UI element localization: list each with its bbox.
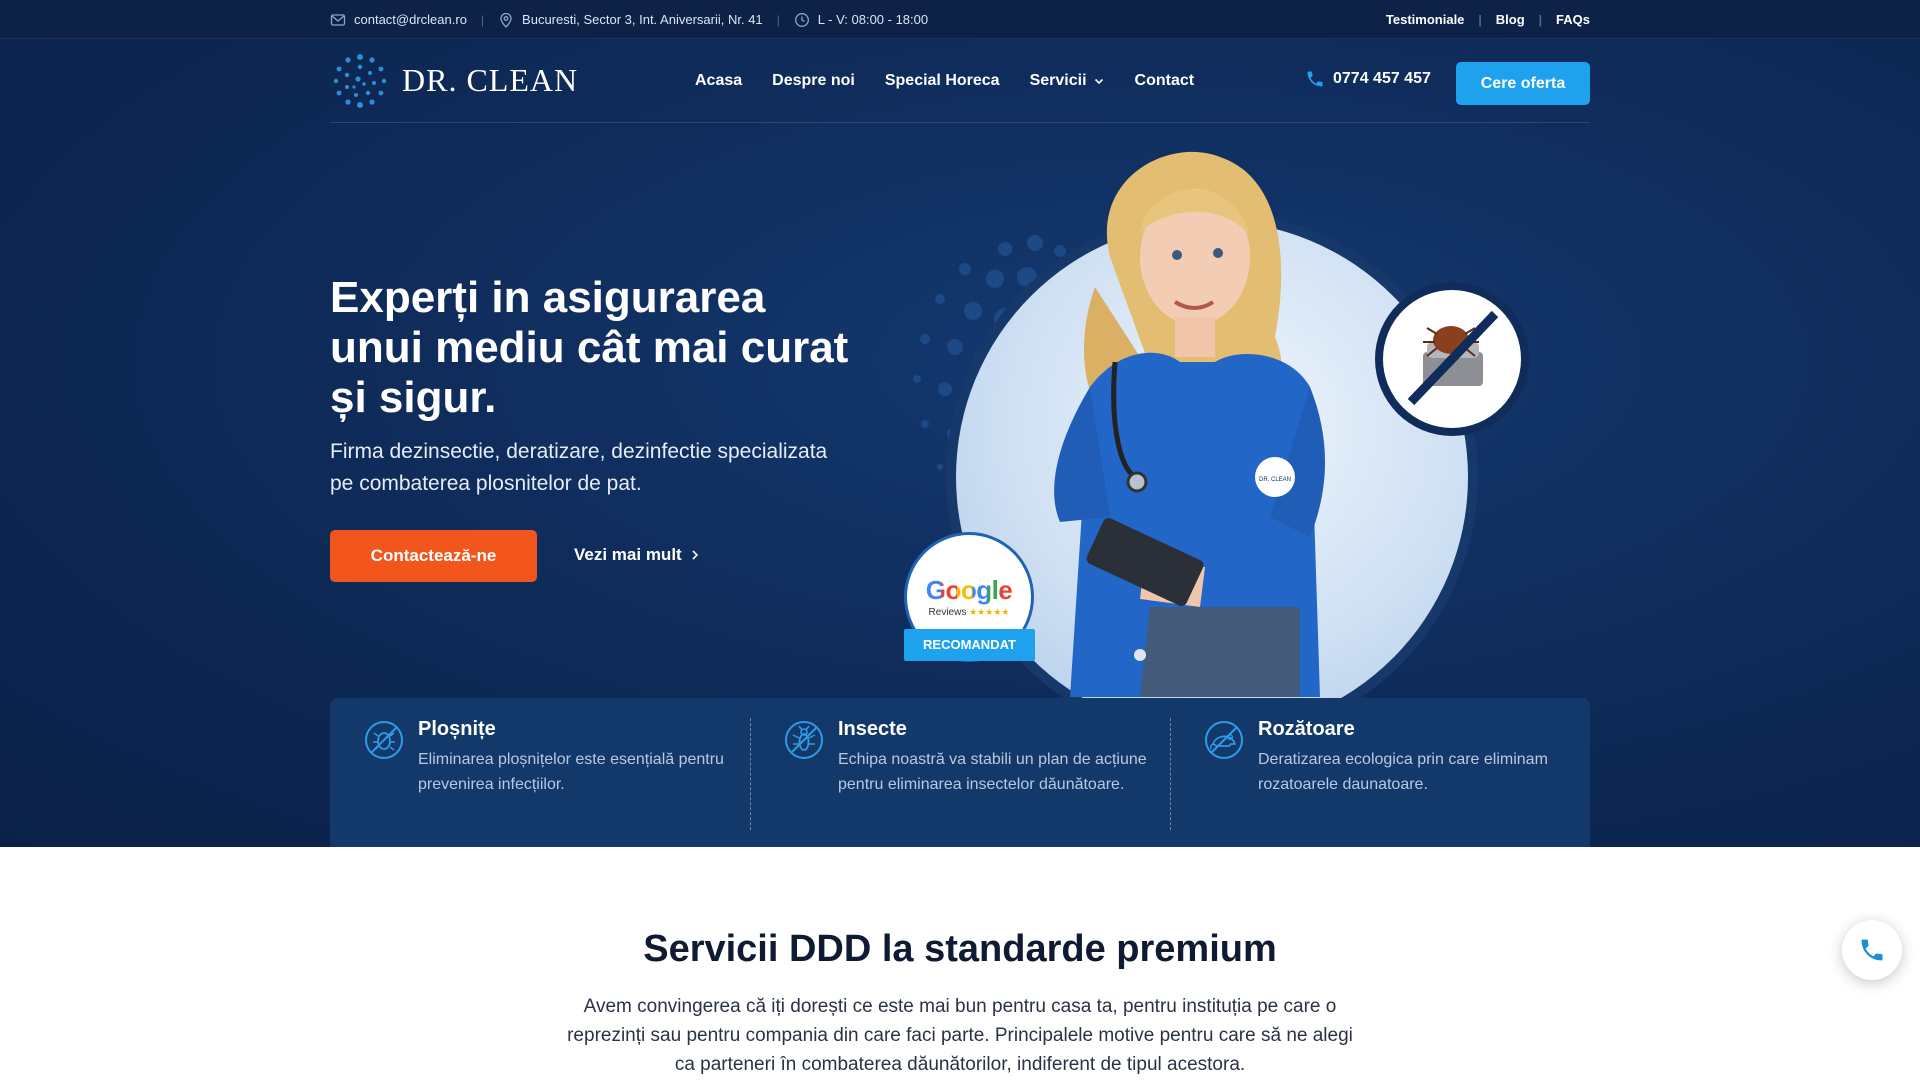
google-reviews-text: Reviews — [928, 607, 967, 618]
contact-button[interactable]: Contactează-ne — [330, 530, 537, 582]
phone-icon — [1861, 939, 1883, 961]
hero-title: Experți in asigurarea unui mediu cât mai… — [330, 273, 849, 422]
feature-card: Insecte Echipa noastră va stabili un pla… — [750, 718, 1170, 847]
feature-content: Ploșnițe Eliminarea ploșnițelor este ese… — [418, 718, 728, 847]
see-more-label: Vezi mai mult — [574, 545, 682, 564]
request-offer-button[interactable]: Cere oferta — [1456, 62, 1590, 105]
menu-item-special-horeca[interactable]: Special Horeca — [885, 72, 1000, 90]
section-text: Avem convingerea că iți dorești ce este … — [567, 996, 1353, 1075]
link-faqs[interactable]: FAQs — [1556, 12, 1590, 27]
main-nav: DR. CLEAN Acasa Despre noi Special Horec… — [330, 39, 1590, 123]
menu-item-contact[interactable]: Contact — [1135, 72, 1195, 90]
hours-text: L - V: 08:00 - 18:00 — [817, 12, 929, 27]
feature-text: Echipa noastră va stabili un plan de acț… — [838, 751, 1147, 793]
feature-card: Ploșnițe Eliminarea ploșnițelor este ese… — [330, 718, 750, 847]
top-bar: contact@drclean.ro | Bucuresti, Sector 3… — [0, 0, 1920, 39]
section-title: Servicii DDD la standarde premium — [643, 928, 1277, 970]
google-word: Google — [907, 575, 1031, 606]
google-reviews-label: Reviews ★★★★★ — [907, 607, 1031, 618]
location-pin-icon — [500, 12, 512, 28]
shirt-logo-text: DR. CLEAN — [1259, 477, 1291, 483]
recommended-badge: RECOMANDAT — [904, 629, 1035, 661]
bedbug-badge — [1375, 282, 1529, 436]
feature-text: Deratizarea ecologica prin care eliminam… — [1258, 751, 1548, 793]
address-item: Bucuresti, Sector 3, Int. Aniversarii, N… — [498, 12, 763, 28]
logo-mark-icon — [333, 53, 387, 108]
menu-item-despre-noi[interactable]: Despre noi — [772, 72, 855, 90]
floating-call-button[interactable] — [1842, 920, 1902, 980]
contact-info: contact@drclean.ro | Bucuresti, Sector 3… — [330, 12, 928, 28]
phone-icon — [1307, 71, 1323, 87]
phone-number: 0774 457 457 — [1333, 70, 1431, 87]
feature-content: Insecte Echipa noastră va stabili un pla… — [838, 718, 1148, 847]
email-text[interactable]: contact@drclean.ro — [354, 12, 467, 27]
features-strip: Ploșnițe Eliminarea ploșnițelor este ese… — [330, 698, 1590, 847]
rating-stars: ★★★★★ — [969, 607, 1010, 617]
google-wordmark: Google — [925, 575, 1013, 605]
separator: | — [1538, 12, 1543, 27]
logo[interactable]: DR. CLEAN — [330, 51, 578, 111]
bedbug-badge-inner — [1383, 290, 1521, 428]
email-item[interactable]: contact@drclean.ro — [330, 12, 467, 28]
address-text: Bucuresti, Sector 3, Int. Aniversarii, N… — [522, 12, 763, 27]
rodent-icon — [1205, 721, 1243, 759]
link-blog[interactable]: Blog — [1496, 12, 1525, 27]
insect-icon — [785, 721, 823, 759]
feature-title: Ploșnițe — [418, 718, 496, 740]
feature-title: Rozătoare — [1258, 718, 1355, 740]
top-bar-inner: contact@drclean.ro | Bucuresti, Sector 3… — [330, 0, 1590, 39]
hours-item: L - V: 08:00 - 18:00 — [794, 12, 928, 28]
chevron-right-icon — [692, 550, 698, 560]
nav-phone[interactable]: 0774 457 457 — [1305, 69, 1431, 89]
mail-icon — [330, 13, 346, 26]
technician-illustration: DR. CLEAN — [1054, 151, 1325, 697]
feature-card: Rozătoare Deratizarea ecologica prin car… — [1170, 718, 1590, 847]
bedbug-icon — [365, 721, 403, 759]
separator: | — [1478, 12, 1482, 27]
separator: | — [776, 12, 780, 27]
feature-text: Eliminarea ploșnițelor este esențială pe… — [418, 751, 724, 793]
chevron-down-icon — [1094, 78, 1103, 85]
top-links: Testimoniale | Blog | FAQs — [1386, 12, 1590, 27]
no-bedbug-icon — [1407, 310, 1499, 406]
feature-content: Rozătoare Deratizarea ecologica prin car… — [1258, 718, 1568, 847]
menu-item-acasa[interactable]: Acasa — [695, 72, 742, 90]
hero-subtitle: Firma dezinsectie, deratizare, dezinfect… — [330, 440, 828, 495]
hero-section: DR. CLEAN Acasa Despre noi Special Horec… — [0, 39, 1920, 847]
logo-text: DR. CLEAN — [402, 62, 579, 98]
separator: | — [480, 12, 485, 27]
menu-item-servicii[interactable]: Servicii — [1030, 72, 1105, 90]
menu-item-servicii-label: Servicii — [1029, 72, 1087, 89]
see-more-link[interactable]: Vezi mai mult — [574, 545, 700, 565]
link-testimoniale[interactable]: Testimoniale — [1386, 12, 1465, 27]
feature-title: Insecte — [838, 718, 907, 740]
main-menu: Acasa Despre noi Special Horeca Servicii… — [695, 39, 1194, 123]
clock-icon — [794, 12, 809, 27]
